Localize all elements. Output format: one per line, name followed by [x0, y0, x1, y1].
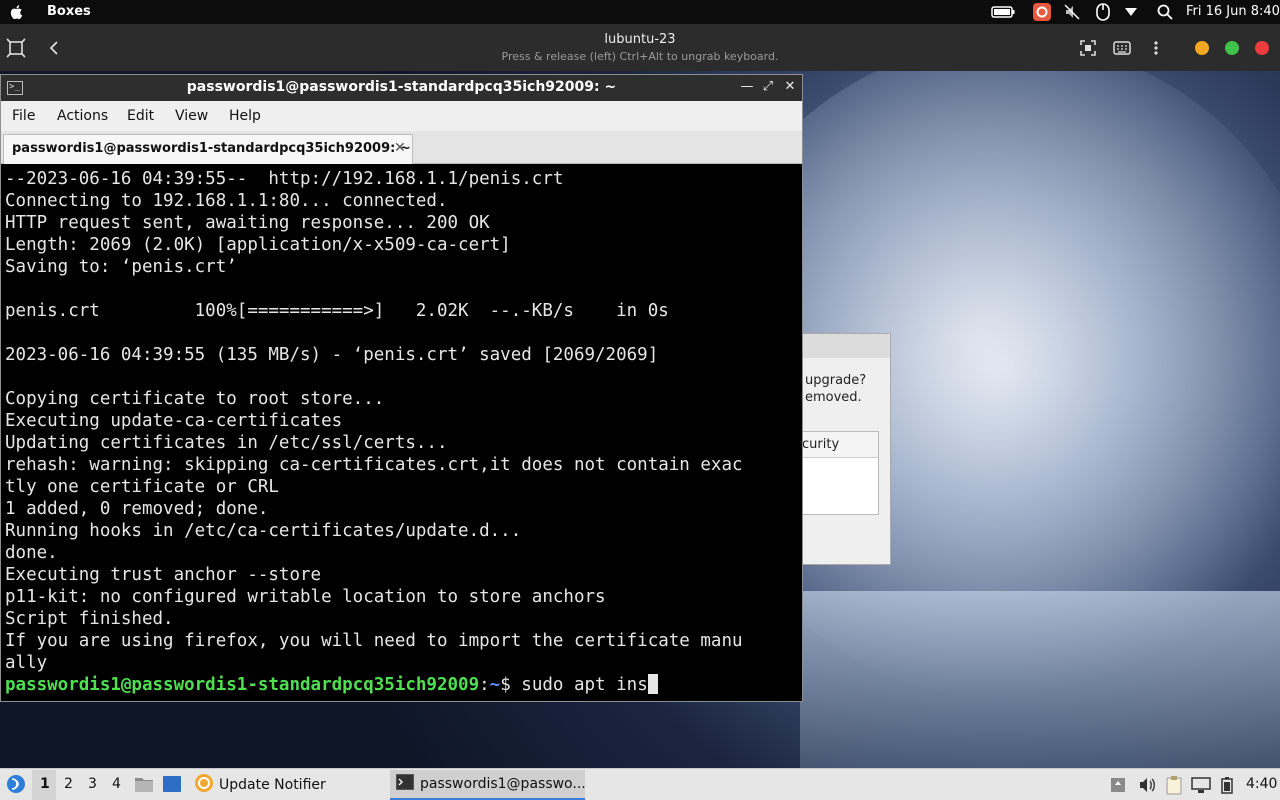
terminal-window[interactable]: >_ passwordis1@passwordis1-standardpcq35… — [0, 74, 803, 702]
volume-icon[interactable] — [1138, 776, 1156, 798]
wallpaper-ice — [800, 591, 1280, 768]
workspace-4-button[interactable]: 4 — [112, 776, 121, 792]
terminal-line: rehash: warning: skipping ca-certificate… — [5, 455, 743, 475]
text-cursor — [647, 674, 658, 694]
menu-help[interactable]: Help — [229, 108, 261, 124]
terminal-prompt-line[interactable]: passwordis1@passwordis1-standardpcq35ich… — [5, 674, 658, 696]
terminal-line: Connecting to 192.168.1.1:80... connecte… — [5, 191, 448, 211]
prompt-separator: : — [479, 675, 490, 695]
menu-edit[interactable]: Edit — [127, 108, 154, 124]
menu-file[interactable]: File — [12, 108, 35, 124]
tab-close-icon[interactable]: ✕ — [394, 140, 406, 156]
minimize-window-button[interactable] — [1195, 41, 1209, 55]
dialog-text-line-2: emoved. — [805, 390, 862, 405]
terminal-output[interactable]: --2023-06-16 04:39:55-- http://192.168.1… — [1, 165, 802, 701]
dialog-details-header: curity — [802, 432, 878, 458]
mic-muted-icon[interactable] — [1062, 3, 1082, 21]
dialog-details-box: curity — [801, 431, 879, 515]
terminal-line: p11-kit: no configured writable location… — [5, 587, 606, 607]
close-window-button[interactable] — [1255, 41, 1269, 55]
terminal-line: ally — [5, 653, 48, 673]
file-manager-icon[interactable] — [134, 775, 154, 797]
prompt-directory: ~ — [489, 675, 501, 695]
terminal-line: Running hooks in /etc/ca-certificates/up… — [5, 521, 522, 541]
terminal-line: Updating certificates in /etc/ssl/certs.… — [5, 433, 448, 453]
removable-media-icon[interactable] — [1110, 776, 1126, 798]
menu-view[interactable]: View — [175, 108, 208, 124]
search-icon[interactable] — [1155, 3, 1175, 21]
terminal-line: done. — [5, 543, 58, 563]
terminal-command-input[interactable]: sudo apt ins — [521, 675, 647, 695]
task-label: passwordis1@passwo... — [420, 776, 586, 792]
app-indicator-icon[interactable] — [1032, 3, 1052, 21]
start-menu-icon[interactable] — [6, 774, 26, 798]
terminal-tabbar: passwordis1@passwordis1-standardpcq35ich… — [1, 131, 802, 164]
clipboard-icon[interactable] — [1164, 775, 1184, 799]
screenshot-icon[interactable] — [1076, 36, 1100, 60]
workspace-2-button[interactable]: 2 — [64, 776, 73, 792]
maximize-window-button[interactable] — [1225, 41, 1239, 55]
network-icon[interactable] — [1191, 776, 1211, 798]
terminal-line: Copying certificate to root store... — [5, 389, 385, 409]
terminal-icon — [396, 774, 414, 794]
dialog-titlebar — [801, 334, 890, 358]
terminal-tab-label: passwordis1@passwordis1-standardpcq35ich… — [12, 141, 411, 156]
terminal-line: Executing trust anchor --store — [5, 565, 322, 585]
terminal-window-title: passwordis1@passwordis1-standardpcq35ich… — [186, 79, 617, 95]
taskbar-panel: 1 2 3 4 Update Notifier passwordis1@pass… — [0, 768, 1280, 800]
boxes-header-bar: lubuntu-23 Press & release (left) Ctrl+A… — [0, 24, 1280, 71]
terminal-titlebar[interactable]: >_ passwordis1@passwordis1-standardpcq35… — [1, 75, 802, 101]
menu-icon[interactable] — [1144, 36, 1168, 60]
terminal-line: Executing update-ca-certificates — [5, 411, 343, 431]
terminal-tab[interactable]: passwordis1@passwordis1-standardpcq35ich… — [3, 134, 413, 164]
keyboard-icon[interactable] — [1110, 36, 1134, 60]
maximize-icon[interactable]: ⤢ — [760, 79, 776, 97]
battery-icon[interactable] — [990, 3, 1016, 21]
terminal-line: Saving to: ‘penis.crt’ — [5, 257, 237, 277]
dialog-text-line-1: upgrade? — [805, 373, 867, 388]
desktop-icon[interactable] — [162, 775, 182, 797]
update-notifier-dialog[interactable]: upgrade? emoved. curity — [800, 333, 891, 565]
terminal-line: Script finished. — [5, 609, 174, 629]
battery-icon[interactable] — [1220, 776, 1234, 798]
minimize-icon[interactable]: — — [739, 79, 755, 97]
prompt-user-host: passwordis1@passwordis1-standardpcq35ich… — [5, 675, 480, 695]
workspace-1-label: 1 — [40, 776, 50, 792]
apple-icon[interactable] — [8, 3, 26, 21]
topbar-clock[interactable]: Fri 16 Jun 8:40 — [1186, 4, 1280, 19]
task-update-notifier[interactable]: Update Notifier — [192, 770, 382, 800]
workspace-3-button[interactable]: 3 — [88, 776, 97, 792]
prompt-symbol: $ — [500, 675, 522, 695]
close-icon[interactable]: ✕ — [782, 79, 798, 97]
terminal-line: 2023-06-16 04:39:55 (135 MB/s) - ‘penis.… — [5, 345, 659, 365]
terminal-menubar: File Actions Edit View Help — [1, 101, 802, 131]
active-app-name[interactable]: Boxes — [47, 4, 91, 19]
menu-actions[interactable]: Actions — [57, 108, 108, 124]
terminal-line: 1 added, 0 removed; done. — [5, 499, 269, 519]
terminal-line: Length: 2069 (2.0K) [application/x-x509-… — [5, 235, 511, 255]
task-terminal[interactable]: passwordis1@passwo... — [390, 770, 586, 800]
terminal-line: penis.crt 100%[===========>] 2.02K --.-K… — [5, 301, 669, 321]
terminal-line: HTTP request sent, awaiting response... … — [5, 213, 490, 233]
terminal-line: --2023-06-16 04:39:55-- http://192.168.1… — [5, 169, 564, 189]
task-label: Update Notifier — [219, 777, 326, 793]
update-notifier-icon — [194, 773, 214, 797]
top-bar: Boxes Fri 16 Jun 8:40 — [0, 0, 1280, 24]
terminal-line: If you are using firefox, you will need … — [5, 631, 743, 651]
panel-clock[interactable]: 4:40 — [1246, 776, 1277, 792]
mouse-icon[interactable] — [1093, 3, 1113, 21]
dropdown-icon[interactable] — [1122, 3, 1140, 21]
terminal-line: tly one certificate or CRL — [5, 477, 279, 497]
